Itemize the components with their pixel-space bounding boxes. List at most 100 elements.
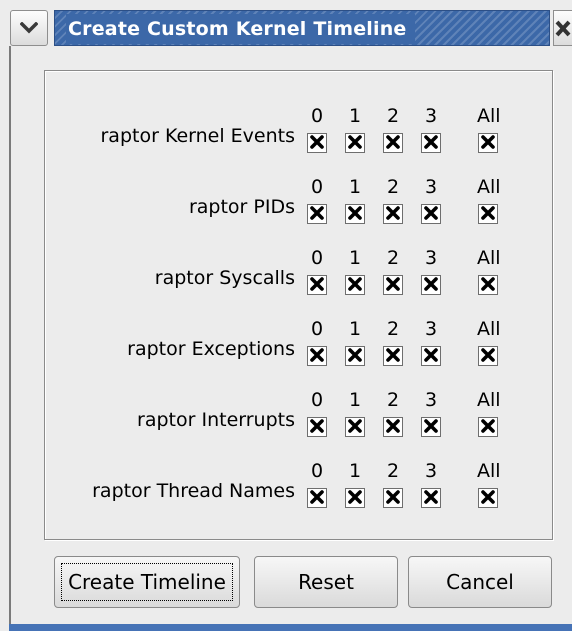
checkbox-all[interactable] bbox=[478, 346, 498, 366]
x-mark-icon bbox=[310, 134, 324, 153]
column-header-0: 0 bbox=[310, 176, 324, 198]
row-label: raptor PIDs bbox=[188, 196, 295, 218]
x-mark-icon bbox=[481, 134, 495, 153]
x-mark-icon bbox=[424, 205, 438, 224]
column-header-1: 1 bbox=[348, 460, 362, 482]
checkbox-3[interactable] bbox=[421, 346, 441, 366]
column-header-3: 3 bbox=[424, 247, 438, 269]
x-mark-icon bbox=[310, 276, 324, 295]
row-raptor-thread-names: raptor Thread Names 0 1 2 3 All bbox=[44, 460, 553, 522]
column-header-all: All bbox=[477, 247, 501, 269]
column-header-all: All bbox=[477, 318, 501, 340]
checkbox-0[interactable] bbox=[307, 346, 327, 366]
x-mark-icon bbox=[424, 134, 438, 153]
checkbox-1[interactable] bbox=[345, 275, 365, 295]
reset-button[interactable]: Reset bbox=[254, 556, 398, 608]
checkbox-0[interactable] bbox=[307, 275, 327, 295]
cancel-label: Cancel bbox=[446, 570, 514, 594]
close-button[interactable] bbox=[553, 10, 572, 46]
x-mark-icon bbox=[424, 418, 438, 437]
column-header-0: 0 bbox=[310, 460, 324, 482]
checkbox-2[interactable] bbox=[383, 417, 403, 437]
checkbox-all[interactable] bbox=[478, 275, 498, 295]
column-header-0: 0 bbox=[310, 247, 324, 269]
window-menu-button[interactable] bbox=[10, 10, 48, 46]
checkbox-0[interactable] bbox=[307, 488, 327, 508]
x-mark-icon bbox=[348, 205, 362, 224]
x-mark-icon bbox=[310, 489, 324, 508]
checkbox-0[interactable] bbox=[307, 133, 327, 153]
x-mark-icon bbox=[386, 489, 400, 508]
focus-ring bbox=[61, 563, 233, 601]
column-header-1: 1 bbox=[348, 247, 362, 269]
column-header-3: 3 bbox=[424, 318, 438, 340]
create-timeline-button[interactable]: Create Timeline bbox=[54, 556, 240, 608]
x-mark-icon bbox=[481, 489, 495, 508]
window-frame-bottom bbox=[9, 624, 572, 631]
checkbox-3[interactable] bbox=[421, 133, 441, 153]
checkbox-0[interactable] bbox=[307, 417, 327, 437]
checkbox-3[interactable] bbox=[421, 275, 441, 295]
x-mark-icon bbox=[348, 276, 362, 295]
x-mark-icon bbox=[386, 205, 400, 224]
window-frame-left bbox=[9, 46, 11, 631]
column-header-1: 1 bbox=[348, 105, 362, 127]
column-header-0: 0 bbox=[310, 105, 324, 127]
x-mark-icon bbox=[348, 489, 362, 508]
checkbox-all[interactable] bbox=[478, 133, 498, 153]
checkbox-3[interactable] bbox=[421, 204, 441, 224]
x-mark-icon bbox=[424, 276, 438, 295]
row-label: raptor Syscalls bbox=[154, 267, 295, 289]
column-header-2: 2 bbox=[386, 389, 400, 411]
checkbox-2[interactable] bbox=[383, 204, 403, 224]
column-header-all: All bbox=[477, 389, 501, 411]
column-header-3: 3 bbox=[424, 389, 438, 411]
column-header-3: 3 bbox=[424, 460, 438, 482]
x-mark-icon bbox=[310, 347, 324, 366]
checkbox-0[interactable] bbox=[307, 204, 327, 224]
x-mark-icon bbox=[386, 347, 400, 366]
cancel-button[interactable]: Cancel bbox=[408, 556, 552, 608]
checkbox-3[interactable] bbox=[421, 417, 441, 437]
column-header-2: 2 bbox=[386, 318, 400, 340]
checkbox-1[interactable] bbox=[345, 488, 365, 508]
checkbox-all[interactable] bbox=[478, 204, 498, 224]
column-header-2: 2 bbox=[386, 247, 400, 269]
checkbox-all[interactable] bbox=[478, 488, 498, 508]
column-header-2: 2 bbox=[386, 105, 400, 127]
x-mark-icon bbox=[481, 418, 495, 437]
checkbox-1[interactable] bbox=[345, 133, 365, 153]
x-mark-icon bbox=[481, 347, 495, 366]
x-mark-icon bbox=[348, 134, 362, 153]
checkbox-2[interactable] bbox=[383, 275, 403, 295]
column-header-1: 1 bbox=[348, 389, 362, 411]
window-title: Create Custom Kernel Timeline bbox=[66, 14, 415, 44]
x-mark-icon bbox=[424, 347, 438, 366]
checkbox-1[interactable] bbox=[345, 204, 365, 224]
column-header-all: All bbox=[477, 176, 501, 198]
x-mark-icon bbox=[348, 347, 362, 366]
column-header-2: 2 bbox=[386, 460, 400, 482]
x-mark-icon bbox=[386, 134, 400, 153]
checkbox-2[interactable] bbox=[383, 133, 403, 153]
chevron-down-icon bbox=[19, 19, 39, 38]
checkbox-all[interactable] bbox=[478, 417, 498, 437]
column-header-all: All bbox=[477, 460, 501, 482]
column-header-all: All bbox=[477, 105, 501, 127]
checkbox-2[interactable] bbox=[383, 488, 403, 508]
checkbox-1[interactable] bbox=[345, 417, 365, 437]
checkbox-2[interactable] bbox=[383, 346, 403, 366]
x-mark-icon bbox=[386, 276, 400, 295]
x-mark-icon bbox=[348, 418, 362, 437]
column-header-0: 0 bbox=[310, 318, 324, 340]
row-label: raptor Exceptions bbox=[127, 338, 295, 360]
x-mark-icon bbox=[386, 418, 400, 437]
checkbox-1[interactable] bbox=[345, 346, 365, 366]
column-header-1: 1 bbox=[348, 318, 362, 340]
x-mark-icon bbox=[310, 205, 324, 224]
row-raptor-pids: raptor PIDs 0 1 2 3 All bbox=[44, 176, 553, 238]
column-header-0: 0 bbox=[310, 389, 324, 411]
row-raptor-kernel-events: raptor Kernel Events 0 1 2 3 All bbox=[44, 105, 553, 167]
checkbox-3[interactable] bbox=[421, 488, 441, 508]
row-raptor-exceptions: raptor Exceptions 0 1 2 3 All bbox=[44, 318, 553, 380]
